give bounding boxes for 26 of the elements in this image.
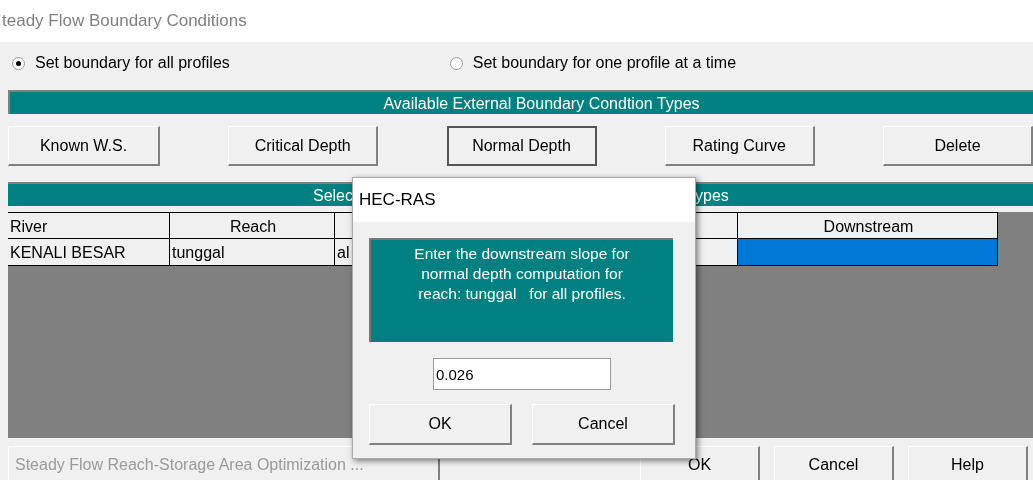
table-cell[interactable] (738, 239, 998, 266)
dialog-button[interactable]: OK (369, 404, 512, 445)
boundary-type-button[interactable]: Rating Curve (664, 126, 815, 166)
column-header: River (8, 212, 170, 239)
dialog-button[interactable]: Cancel (774, 446, 894, 480)
boundary-type-button[interactable]: Known W.S. (8, 126, 160, 166)
table-cell[interactable]: KENALI BESAR (8, 239, 170, 266)
slope-input[interactable]: 0.026 (433, 358, 611, 390)
column-header: Reach (170, 212, 335, 239)
boundary-type-button[interactable]: Critical Depth (228, 126, 379, 166)
radio-label: Set boundary for one profile at a time (472, 54, 737, 72)
section-header: Available External Boundary Condtion Types (8, 90, 1033, 114)
boundary-type-button[interactable]: Normal Depth (446, 126, 597, 166)
boundary-type-button[interactable]: Delete (883, 126, 1033, 166)
message-text: Enter the downstream slope for normal depth computation for reach: tunggal for all profiles. (369, 238, 673, 342)
window-title: teady Flow Boundary Conditions (0, 0, 1033, 42)
radio-label: Set boundary for all profiles (35, 54, 230, 72)
table-cell[interactable]: tunggal (170, 239, 335, 266)
dialog-title: HEC-RAS (353, 178, 695, 222)
dialog-button[interactable]: Help (908, 446, 1028, 480)
column-header: Downstream (738, 212, 998, 239)
header-text: Selec (312, 186, 353, 206)
radio-button[interactable] (12, 56, 25, 70)
radio-button[interactable] (449, 56, 463, 70)
header-text: ypes (695, 186, 729, 206)
dialog-button[interactable]: Cancel (532, 404, 675, 445)
